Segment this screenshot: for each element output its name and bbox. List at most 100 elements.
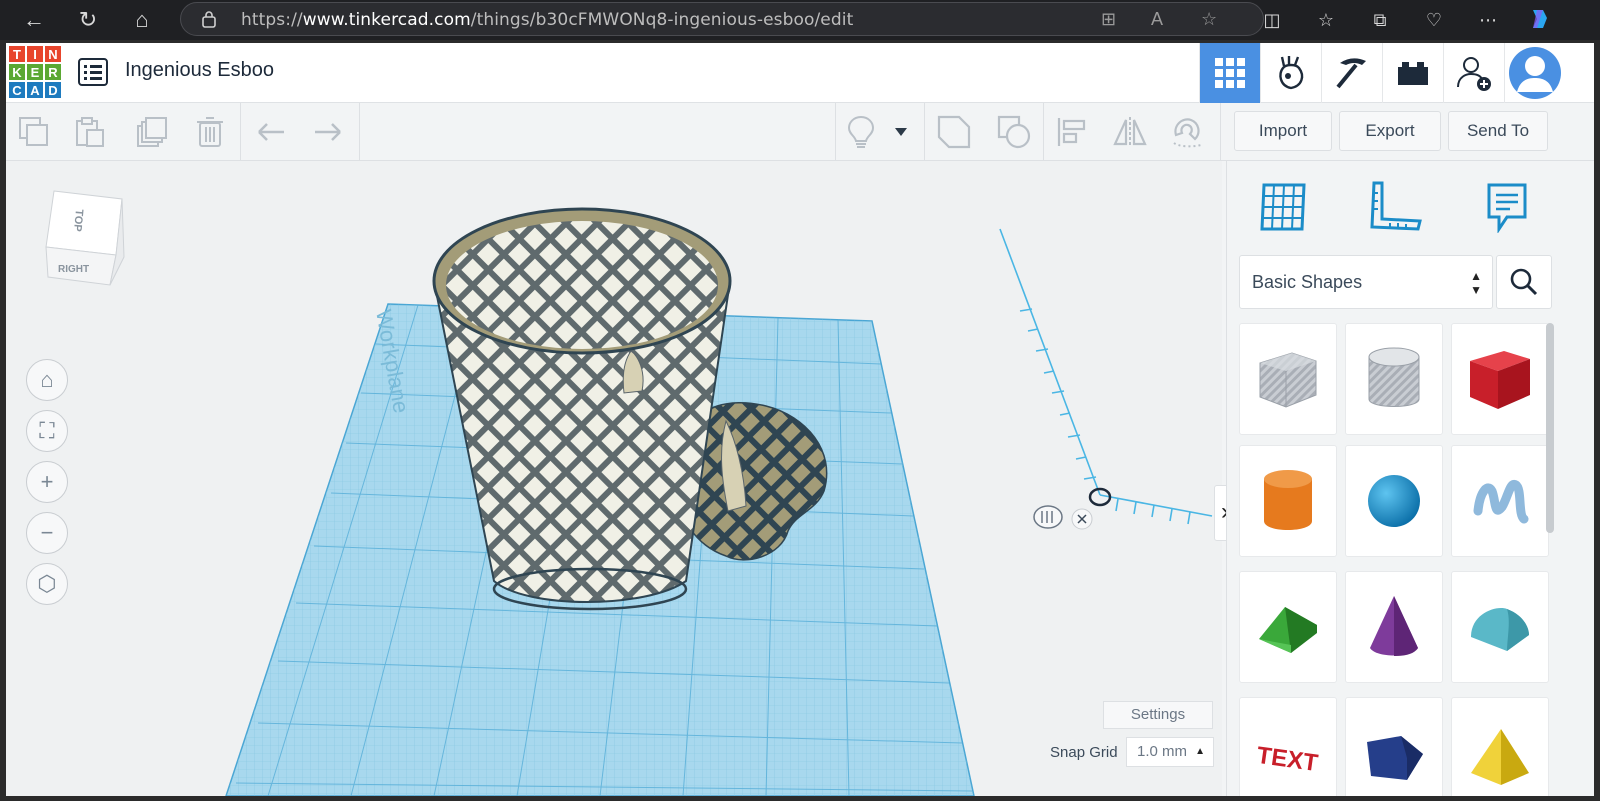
sphere-icon bbox=[1368, 475, 1420, 527]
logo-letter: I bbox=[26, 45, 44, 63]
settings-button[interactable]: Settings bbox=[1103, 701, 1213, 729]
copy-icon[interactable] bbox=[14, 113, 54, 151]
export-button[interactable]: Export bbox=[1339, 111, 1441, 151]
fit-all-icon[interactable]: ⛶ bbox=[26, 410, 68, 452]
browser-essentials-icon[interactable]: ♡ bbox=[1420, 6, 1448, 34]
svg-text:TEXT: TEXT bbox=[1255, 742, 1320, 777]
ruler-close-icon[interactable] bbox=[1071, 508, 1093, 530]
design-list-icon[interactable] bbox=[78, 58, 108, 86]
shape-cone[interactable] bbox=[1345, 571, 1443, 683]
shape-cylinder-hole[interactable] bbox=[1345, 323, 1443, 435]
workplane-grid-icon[interactable] bbox=[1251, 175, 1315, 239]
ungroup-icon[interactable] bbox=[994, 113, 1034, 151]
browser-toolbar: ← ↻ ⌂ https://www.tinkercad.com/things/b… bbox=[0, 0, 1600, 40]
zoom-in-icon[interactable]: + bbox=[26, 461, 68, 503]
round-roof-icon bbox=[1471, 608, 1529, 651]
box-hole-icon bbox=[1259, 352, 1317, 408]
sort-arrows-icon: ▲ ▼ bbox=[1470, 269, 1482, 297]
cone-icon bbox=[1370, 596, 1418, 656]
home-browser-icon[interactable]: ⌂ bbox=[126, 4, 158, 36]
reload-icon[interactable]: ↻ bbox=[72, 4, 104, 36]
text-3d-icon: TEXT bbox=[1255, 742, 1320, 777]
collections-icon[interactable]: ⧉ bbox=[1366, 6, 1394, 34]
shape-category-value: Basic Shapes bbox=[1252, 272, 1363, 292]
logo-letter: R bbox=[44, 63, 62, 81]
view-cube-right-label: RIGHT bbox=[58, 264, 89, 275]
perspective-icon[interactable]: ⬡ bbox=[26, 563, 68, 605]
shape-pyramid[interactable] bbox=[1451, 697, 1549, 796]
shape-box-hole[interactable] bbox=[1239, 323, 1337, 435]
3d-viewport[interactable]: Workplane TOP RIGHT ⌂ ⛶ + − ⬡ Settings S… bbox=[6, 161, 1222, 796]
duplicate-icon[interactable] bbox=[132, 113, 172, 151]
minecraft-pickaxe-icon[interactable] bbox=[1321, 43, 1382, 103]
delete-icon[interactable] bbox=[190, 113, 230, 151]
snap-grid-value: 1.0 mm bbox=[1137, 743, 1188, 760]
shape-roof[interactable] bbox=[1239, 571, 1337, 683]
edit-toolbar: Import Export Send To bbox=[6, 103, 1594, 161]
avatar[interactable] bbox=[1504, 43, 1565, 103]
codeblocks-icon[interactable] bbox=[1260, 43, 1321, 103]
shape-cylinder[interactable] bbox=[1239, 445, 1337, 557]
cylinder-hole-icon bbox=[1368, 347, 1420, 407]
app-header: TINKERCAD Ingenious Esboo bbox=[6, 43, 1594, 103]
view-cube[interactable]: TOP RIGHT bbox=[45, 190, 125, 286]
home-icon[interactable]: ⌂ bbox=[26, 359, 68, 401]
mirror-icon[interactable] bbox=[1110, 113, 1150, 151]
shape-scribble[interactable] bbox=[1451, 445, 1549, 557]
tinkercad-logo[interactable]: TINKERCAD bbox=[8, 45, 62, 99]
logo-letter: E bbox=[26, 63, 44, 81]
address-bar[interactable]: https://www.tinkercad.com/things/b30cFMW… bbox=[180, 2, 1264, 36]
favorite-star-icon[interactable]: ☆ bbox=[1201, 9, 1217, 30]
copilot-icon[interactable] bbox=[1526, 6, 1554, 34]
panel-scrollbar[interactable] bbox=[1546, 323, 1554, 533]
dropdown-arrow-icon[interactable] bbox=[886, 113, 916, 151]
brick-icon[interactable] bbox=[1382, 43, 1443, 103]
magnet-icon[interactable] bbox=[1168, 113, 1208, 151]
url-text: https://www.tinkercad.com/things/b30cFMW… bbox=[241, 10, 854, 30]
ruler-axes bbox=[999, 228, 1213, 525]
invite-user-icon[interactable] bbox=[1443, 43, 1504, 103]
ruler-toggle-icon[interactable] bbox=[1033, 505, 1063, 529]
shapes-panel: Basic Shapes ▲ ▼ TEXT bbox=[1226, 161, 1594, 796]
align-icon[interactable] bbox=[1052, 113, 1092, 151]
back-icon[interactable]: ← bbox=[18, 4, 50, 36]
favorites-icon[interactable]: ☆ bbox=[1312, 6, 1340, 34]
view-cube-top-label: TOP bbox=[71, 209, 85, 232]
zoom-out-icon[interactable]: − bbox=[26, 512, 68, 554]
paste-icon[interactable] bbox=[70, 113, 110, 151]
box-icon bbox=[1470, 351, 1530, 409]
search-icon bbox=[1510, 268, 1538, 296]
shape-polygon[interactable] bbox=[1345, 697, 1443, 796]
logo-letter: T bbox=[8, 45, 26, 63]
redo-icon[interactable] bbox=[308, 113, 348, 151]
shape-round-roof[interactable] bbox=[1451, 571, 1549, 683]
cylinder-icon bbox=[1264, 470, 1312, 530]
split-screen-icon[interactable]: ◫ bbox=[1258, 6, 1286, 34]
logo-letter: C bbox=[8, 81, 26, 99]
scene-canvas[interactable]: Workplane TOP RIGHT bbox=[6, 161, 1222, 796]
send-to-button[interactable]: Send To bbox=[1448, 111, 1548, 151]
shape-text[interactable]: TEXT bbox=[1239, 697, 1337, 796]
shape-category-select[interactable]: Basic Shapes ▲ ▼ bbox=[1239, 255, 1493, 309]
shape-search-button[interactable] bbox=[1496, 255, 1552, 309]
design-title[interactable]: Ingenious Esboo bbox=[125, 59, 274, 82]
snap-grid-select[interactable]: 1.0 mm ▲ bbox=[1126, 737, 1214, 767]
3d-design-grid-icon[interactable] bbox=[1199, 43, 1260, 103]
logo-letter: D bbox=[44, 81, 62, 99]
pyramid-icon bbox=[1471, 729, 1529, 785]
ruler-icon[interactable] bbox=[1363, 175, 1427, 239]
notes-icon[interactable] bbox=[1475, 175, 1539, 239]
lightbulb-icon[interactable] bbox=[841, 113, 881, 151]
tinkercad-app: TINKERCAD Ingenious Esboo Import Export … bbox=[6, 43, 1594, 796]
group-icon[interactable] bbox=[934, 113, 974, 151]
app-available-icon[interactable]: ⊞ bbox=[1101, 9, 1116, 30]
undo-icon[interactable] bbox=[251, 113, 291, 151]
more-menu-icon[interactable]: ⋯ bbox=[1474, 6, 1502, 34]
shape-sphere[interactable] bbox=[1345, 445, 1443, 557]
logo-letter: N bbox=[44, 45, 62, 63]
shape-box[interactable] bbox=[1451, 323, 1549, 435]
roof-icon bbox=[1259, 607, 1317, 653]
read-aloud-icon[interactable]: A bbox=[1151, 9, 1163, 30]
import-button[interactable]: Import bbox=[1234, 111, 1332, 151]
caret-up-icon: ▲ bbox=[1195, 746, 1205, 757]
